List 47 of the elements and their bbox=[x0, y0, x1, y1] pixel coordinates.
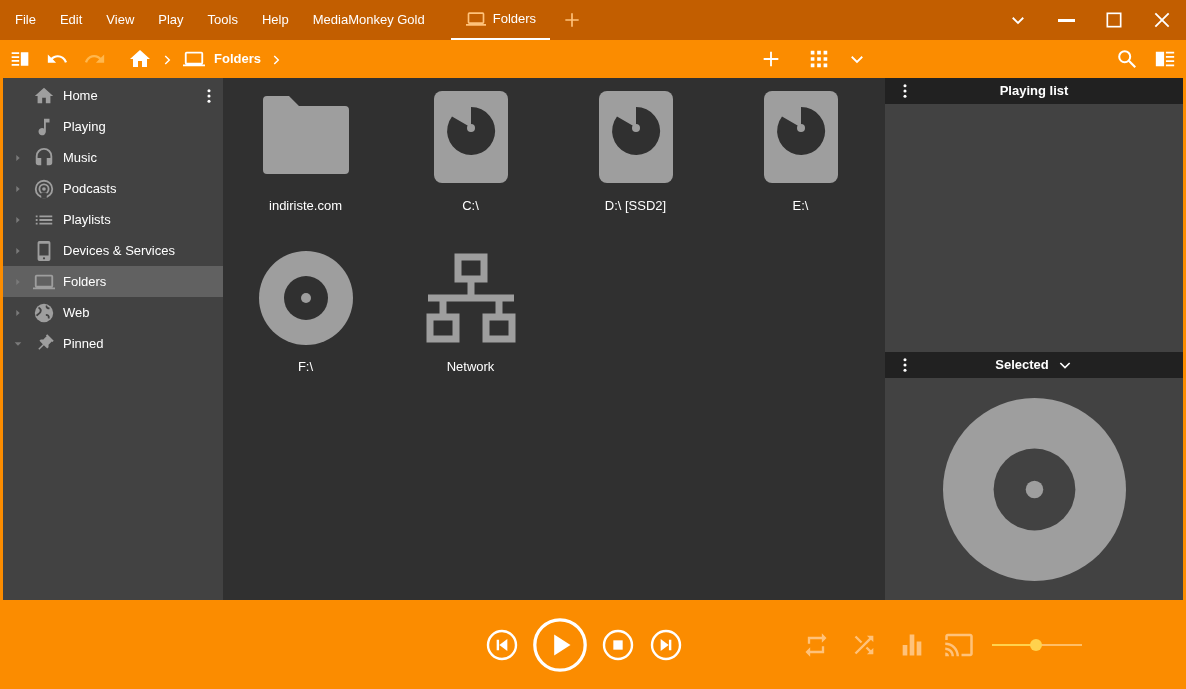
previous-icon bbox=[486, 628, 518, 661]
next-button[interactable] bbox=[650, 628, 682, 661]
menu-item[interactable]: Edit bbox=[47, 0, 95, 40]
disc-icon bbox=[258, 251, 353, 345]
view-grid-button[interactable] bbox=[808, 48, 830, 70]
sidebar-item[interactable]: Devices & Services bbox=[3, 235, 223, 266]
folder-tile[interactable]: indiriste.com bbox=[223, 90, 388, 251]
stop-button[interactable] bbox=[602, 628, 634, 661]
volume-thumb[interactable] bbox=[1030, 638, 1043, 651]
folder-tile[interactable]: F:\ bbox=[223, 251, 388, 412]
sidebar-item[interactable]: Pinned bbox=[3, 328, 223, 359]
sidebar-item[interactable]: Playlists bbox=[3, 204, 223, 235]
menu-item[interactable]: Tools bbox=[195, 0, 250, 40]
sidebar-item[interactable]: Web bbox=[3, 297, 223, 328]
sidebar-item[interactable]: Music bbox=[3, 142, 223, 173]
tab[interactable]: Folders bbox=[450, 0, 551, 40]
stop-icon bbox=[602, 628, 634, 661]
menu-item[interactable]: Help bbox=[249, 0, 301, 40]
play-button[interactable] bbox=[532, 616, 588, 673]
folder-tile[interactable]: Network bbox=[388, 251, 553, 412]
laptop-icon bbox=[464, 9, 487, 29]
play-icon bbox=[532, 616, 588, 673]
sidebar-item[interactable]: Folders bbox=[3, 266, 223, 297]
menu-item[interactable]: Play bbox=[146, 0, 196, 40]
sidebar-toggle-button[interactable] bbox=[10, 49, 30, 69]
next-icon bbox=[650, 628, 682, 661]
search-icon bbox=[1116, 48, 1138, 70]
sidebar-item[interactable]: Home bbox=[3, 80, 223, 111]
previous-button[interactable] bbox=[486, 628, 518, 661]
close-icon bbox=[1152, 10, 1172, 30]
folder-tile[interactable]: E:\ bbox=[718, 90, 883, 251]
menu-item[interactable]: File bbox=[3, 0, 48, 40]
maximize-icon bbox=[1104, 10, 1124, 30]
sidebar-item[interactable]: Playing bbox=[3, 111, 223, 142]
globe-icon bbox=[33, 301, 55, 324]
panel-title: Playing list bbox=[999, 82, 1069, 101]
minimize-icon bbox=[1057, 18, 1075, 22]
menu-item[interactable]: View bbox=[94, 0, 147, 40]
view-grid-icon bbox=[808, 48, 830, 70]
panel-title-dropdown[interactable]: Selected bbox=[995, 355, 1073, 375]
podcast-icon bbox=[33, 177, 55, 200]
search-button[interactable] bbox=[1116, 48, 1138, 70]
folder-tile[interactable]: C:\ bbox=[388, 90, 553, 251]
menu-item[interactable]: MediaMonkey Gold bbox=[300, 0, 437, 40]
sidebar-toggle-icon bbox=[10, 49, 30, 69]
sidebar-item[interactable]: Podcasts bbox=[3, 173, 223, 204]
folder-tile[interactable]: D:\ [SSD2] bbox=[553, 90, 718, 251]
